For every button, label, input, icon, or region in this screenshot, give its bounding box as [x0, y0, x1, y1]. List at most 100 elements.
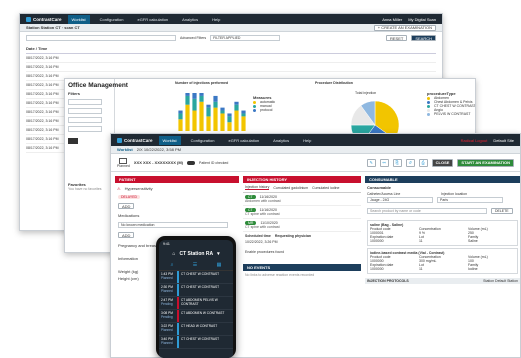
bar-manual-5 — [206, 107, 211, 117]
main-subbar: Worklist 2/X 10/22/2022, 3:58 PM — [111, 146, 520, 154]
back-nav-configuration[interactable]: Configuration — [96, 15, 128, 24]
warning-icon: ⚠ — [117, 186, 121, 191]
main-logo: ContrastCare — [117, 137, 153, 143]
nav-analytics[interactable]: Analytics — [269, 136, 293, 145]
bar-protocol-6 — [213, 95, 218, 102]
filter-icon[interactable]: ☰ — [193, 262, 197, 268]
bar-manual-4 — [199, 95, 204, 102]
main-topbar: ContrastCare Worklist Configuration eGFR… — [111, 134, 520, 146]
back-search-input[interactable] — [26, 35, 176, 41]
site-select[interactable]: Default Site — [493, 138, 514, 143]
phone-list-item[interactable]: 3:40 PM Planned CT CHEST W CONTRAST — [159, 336, 233, 349]
product-search-input[interactable]: Search product by name or code — [367, 208, 487, 214]
attach-icon[interactable]: ⎘ — [392, 158, 402, 167]
phone-list-item[interactable]: 1:43 PM Planned CT CHEST W CONTRAST — [159, 271, 233, 284]
advanced-filters-link[interactable]: Advanced Filters — [180, 36, 206, 40]
tab-injection-history[interactable]: Injection history — [245, 185, 270, 190]
filter-input-2[interactable] — [68, 108, 102, 114]
table-row[interactable]: 08/17/2022, 3:16 PM — [26, 54, 436, 63]
print-icon[interactable] — [68, 138, 78, 144]
start-exam-button[interactable]: START AN EXAMINATION — [457, 158, 514, 167]
print-button-icon[interactable]: ⎙ — [418, 158, 428, 167]
close-button[interactable]: CLOSE — [431, 158, 454, 167]
patient-bar: Planned XXX XXX - XXXXXXXX (M) Patient I… — [111, 154, 520, 172]
filter-field[interactable]: FILTER APPLIED — [210, 35, 281, 41]
bar-automatic-4 — [199, 101, 204, 131]
table-row[interactable]: 08/17/2022, 3:16 PM — [26, 63, 436, 72]
link-icon[interactable]: ⚯ — [379, 158, 389, 167]
catheter-select[interactable]: Jauge - 24G — [367, 197, 433, 203]
bar-manual-7 — [220, 110, 225, 114]
back-search-row: Advanced Filters FILTER APPLIED RESET SE… — [20, 32, 442, 44]
filter-input-3[interactable] — [68, 117, 102, 123]
add-hyper-button[interactable]: ADD — [118, 203, 135, 209]
injection-panel: INJECTION HISTORY Injection history Cumu… — [243, 176, 361, 279]
item-desc: CT HEAD W CONTRAST — [181, 324, 218, 328]
search-button[interactable]: SEARCH — [411, 35, 436, 41]
home-icon[interactable]: ⌂ — [172, 251, 175, 257]
legend-item: PELVIS W CONTRAST — [427, 112, 475, 116]
measures-legend: Measures automatic manual protocol — [253, 95, 275, 112]
schedule-header: Scheduled time Requesting physician — [245, 234, 312, 238]
item-status: Pending — [161, 302, 173, 306]
medication-field[interactable]: No known medication — [118, 222, 228, 228]
location-select[interactable]: Paris — [437, 197, 503, 203]
phone: 9:41 ⌂ CT Station RA ▾ ⌕ ☰ ▦ 1:43 PM Plan… — [156, 236, 236, 358]
phone-list-item[interactable]: 3:22 PM Planned CT HEAD W CONTRAST — [159, 323, 233, 336]
legend-swatch — [427, 100, 430, 104]
phone-status-bar: 9:41 — [163, 242, 170, 246]
nav-configuration[interactable]: Configuration — [187, 136, 219, 145]
filter-input-1[interactable] — [68, 99, 102, 105]
delete-button[interactable]: DELETE — [491, 208, 513, 214]
add-med-button[interactable]: ADD — [118, 232, 135, 238]
bar-protocol-2 — [185, 93, 190, 96]
back-nav-help[interactable]: Help — [208, 15, 224, 24]
logout-link[interactable]: Radical Logout — [461, 138, 488, 143]
bar-automatic-10 — [241, 116, 246, 131]
back-nav-worklist[interactable]: Worklist — [67, 14, 90, 24]
bar-chart — [178, 93, 246, 131]
worklist-breadcrumb[interactable]: Worklist — [117, 147, 133, 152]
item-status: Planned — [161, 341, 173, 345]
phone-list-item[interactable]: 2:47 PM Pending CT ABDOMEN PELVIS W CONTRA… — [159, 297, 233, 310]
filter-input-4[interactable] — [68, 126, 102, 132]
create-exam-button[interactable]: + CREATE AN EXAMINATION — [373, 24, 436, 31]
medications-label: Medications — [118, 213, 140, 218]
phone-list-item[interactable]: 3:08 PM Pending CT ABDOMEN W CONTRAST — [159, 310, 233, 323]
bar-automatic-8 — [227, 122, 232, 131]
edit-icon[interactable]: ✎ — [366, 158, 376, 167]
nav-help[interactable]: Help — [299, 136, 315, 145]
nav-worklist[interactable]: Worklist — [158, 135, 181, 145]
product-card-2: iodine-based contrast media (Vial - Cont… — [367, 248, 518, 274]
search-icon[interactable]: ⌕ — [171, 262, 174, 268]
toggle-switch[interactable] — [186, 160, 195, 165]
bar-manual-2 — [185, 95, 190, 105]
reset-button[interactable]: RESET — [385, 35, 408, 41]
back-table-header: Date / Time — [26, 44, 436, 54]
item-desc: CT CHEST W CONTRAST — [181, 272, 220, 276]
history-icon[interactable]: ↺ — [405, 158, 415, 167]
breadcrumb-date: 2/X 10/22/2022, 3:58 PM — [136, 147, 181, 152]
chevron-down-icon[interactable]: ▾ — [217, 251, 220, 257]
back-topbar: ContrastCare Worklist Configuration eGFR… — [20, 14, 442, 24]
patient-status-text: Patient ID checked — [198, 160, 229, 165]
bar-protocol-5 — [206, 104, 211, 108]
calendar-icon[interactable]: ▦ — [217, 262, 222, 268]
patient-id: XXX XXX - XXXXXXXX (M) — [133, 160, 183, 165]
back-user[interactable]: Anna Miller — [382, 17, 402, 22]
back-nav-egfr[interactable]: eGFR calculation — [133, 15, 172, 24]
back-subbar: Station Station CT · scan CT + CREATE AN… — [20, 24, 442, 32]
back-site[interactable]: My Digital Scan — [408, 17, 436, 22]
tab-cumulated-iodine[interactable]: Cumulated iodine — [312, 186, 339, 190]
injection-row[interactable]: CT 11/16/2020 CT spine with contrast — [243, 206, 361, 219]
legend-swatch — [253, 104, 256, 108]
nav-egfr[interactable]: eGFR calculation — [224, 136, 263, 145]
legend-item: protocol — [253, 108, 275, 112]
weight-label: Weight (kg) — [118, 269, 139, 274]
product-card-1: saline (Bag - Saline) Product code Concen… — [367, 220, 518, 246]
phone-list-item[interactable]: 2:30 PM Planned CT CHEST W CONTRAST — [159, 284, 233, 297]
tab-cumulated-gadolinium[interactable]: Cumulated gadolinium — [273, 186, 308, 190]
injection-row[interactable]: MR 11/10/2020 CT spine with contrast — [243, 219, 361, 232]
back-nav-analytics[interactable]: Analytics — [178, 15, 202, 24]
injection-row[interactable]: CT 11/16/2020 Abdomen with contrast — [243, 193, 361, 206]
